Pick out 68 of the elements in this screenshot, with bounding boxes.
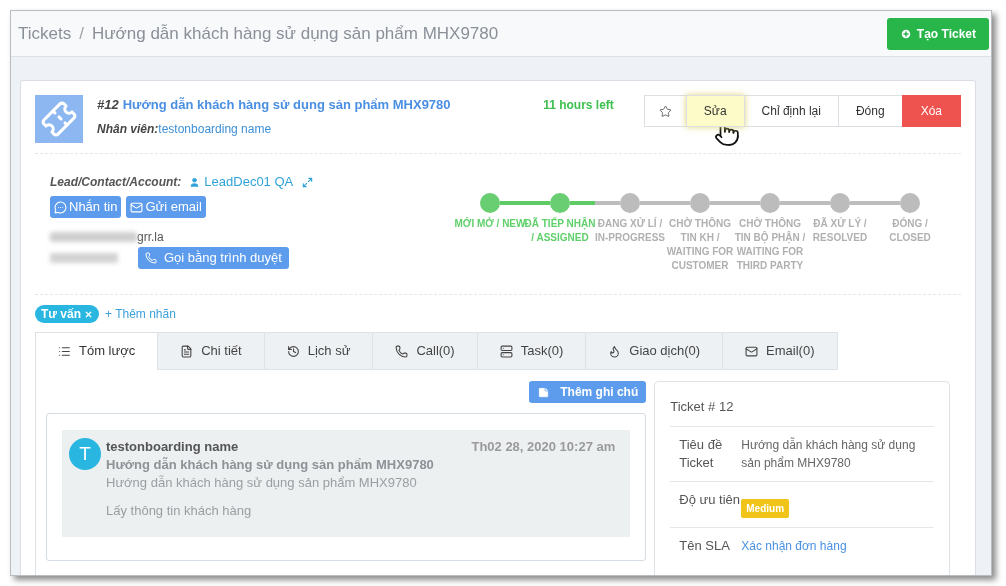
- expand-icon[interactable]: [302, 176, 314, 188]
- action-button[interactable]: Sửa: [685, 95, 745, 127]
- add-note-button[interactable]: Thêm ghi chú: [529, 381, 647, 403]
- action-button[interactable]: Xóa: [901, 95, 961, 127]
- tab[interactable]: Call(0): [372, 332, 478, 370]
- list-icon: [58, 344, 71, 358]
- chat-bubble-icon: [54, 200, 67, 214]
- field-value: Hướng dẫn khách hàng sử dụng sản phẩm MHX9780: [741, 436, 917, 472]
- tab[interactable]: Chi tiết: [157, 332, 265, 370]
- panel-title: Ticket # 12: [670, 398, 735, 416]
- field-label: Độ ưu tiên: [679, 491, 741, 509]
- action-button[interactable]: Chỉ định lại: [743, 95, 839, 127]
- breadcrumb-current: Hướng dẫn khách hàng sử dụng sản phẩm MHX9780: [91, 22, 499, 45]
- document-icon: [180, 344, 194, 358]
- note-body: Hướng dẫn khách hàng sử dụng sản phẩm MHX9780: [106, 474, 418, 492]
- ticket-number: #12: [97, 96, 119, 114]
- step-label: ĐANG XỬ LÍ / IN-PROGRESS: [595, 217, 666, 245]
- step-label: ĐÃ XỬ LÝ / RESOLVED: [811, 217, 869, 245]
- flame-icon: [608, 344, 622, 358]
- redacted-text-block: [50, 253, 118, 263]
- history-icon: [286, 344, 300, 358]
- breadcrumb-separator: /: [79, 22, 84, 45]
- time-left-label: 11 hours left: [543, 97, 614, 114]
- tab[interactable]: Lịch sử: [263, 332, 374, 370]
- field-label: Tên SLA: [679, 537, 731, 555]
- contact-action-button[interactable]: Nhắn tin: [50, 196, 122, 218]
- email-text: grr.la: [137, 229, 164, 246]
- avatar-icon: T: [69, 438, 101, 470]
- create-ticket-button[interactable]: Tạo Ticket: [886, 17, 989, 50]
- browser-call-button[interactable]: Gọi bằng trình duyệt: [138, 247, 289, 269]
- phone-icon: [395, 344, 409, 358]
- ticket-icon: [35, 95, 83, 143]
- remove-icon[interactable]: [84, 309, 94, 319]
- mail-icon: [745, 344, 759, 358]
- tab[interactable]: Tóm lược: [35, 332, 159, 370]
- tab[interactable]: Task(0): [476, 332, 587, 370]
- phone-icon: [145, 252, 157, 264]
- server-icon: [499, 344, 513, 358]
- person-icon: [189, 176, 201, 188]
- step-label: ĐÓNG / CLOSED: [888, 217, 932, 245]
- step-label: ĐÃ TIẾP NHẬN / ASSIGNED: [524, 217, 596, 245]
- note-text: Lấy thông tin khách hàng: [106, 502, 253, 520]
- sla-link[interactable]: Xác nhận đơn hàng: [741, 537, 934, 555]
- field-label: Tiêu đề Ticket: [679, 436, 724, 472]
- contact-action-button[interactable]: Gửi email: [126, 196, 206, 218]
- breadcrumb-link[interactable]: Tickets: [18, 20, 72, 47]
- note-title: Hướng dẫn khách hàng sử dụng sản phẩm MHX9780: [106, 456, 435, 474]
- star-icon: [658, 104, 672, 118]
- mail-icon: [130, 200, 144, 214]
- tab[interactable]: Giao dịch(0): [585, 332, 724, 370]
- step-label: MỚI MỞ / NEW: [454, 217, 526, 231]
- contact-link[interactable]: LeadDec01 QA: [204, 172, 294, 192]
- priority-badge: Medium: [741, 499, 790, 518]
- plus-circle-icon: [899, 27, 912, 40]
- ticket-title-link[interactable]: Hướng dẫn khách hàng sử dụng sản phẩm MHX9780: [122, 96, 451, 114]
- assignee-link[interactable]: testonboarding name: [158, 120, 272, 138]
- note-author: testonboarding name: [106, 438, 239, 456]
- tab[interactable]: Email(0): [722, 332, 838, 370]
- add-tag-link[interactable]: + Thêm nhãn: [105, 305, 176, 323]
- favorite-button[interactable]: [643, 95, 687, 127]
- action-button[interactable]: Đóng: [837, 95, 903, 127]
- note-date: Th02 28, 2020 10:27 am: [471, 438, 616, 456]
- tag-chip[interactable]: Tư vấn: [35, 305, 100, 323]
- step-label: CHỜ THÔNG TIN BỘ PHẬN / WAITING FOR THIRD PARTY: [734, 217, 806, 273]
- step-label: CHỜ THÔNG TIN KH / WAITING FOR CUSTOMER: [665, 217, 735, 273]
- assignee-label: Nhân viên:: [97, 121, 159, 138]
- contact-label: Lead/Contact/Account:: [50, 174, 182, 191]
- note-icon: [537, 385, 551, 399]
